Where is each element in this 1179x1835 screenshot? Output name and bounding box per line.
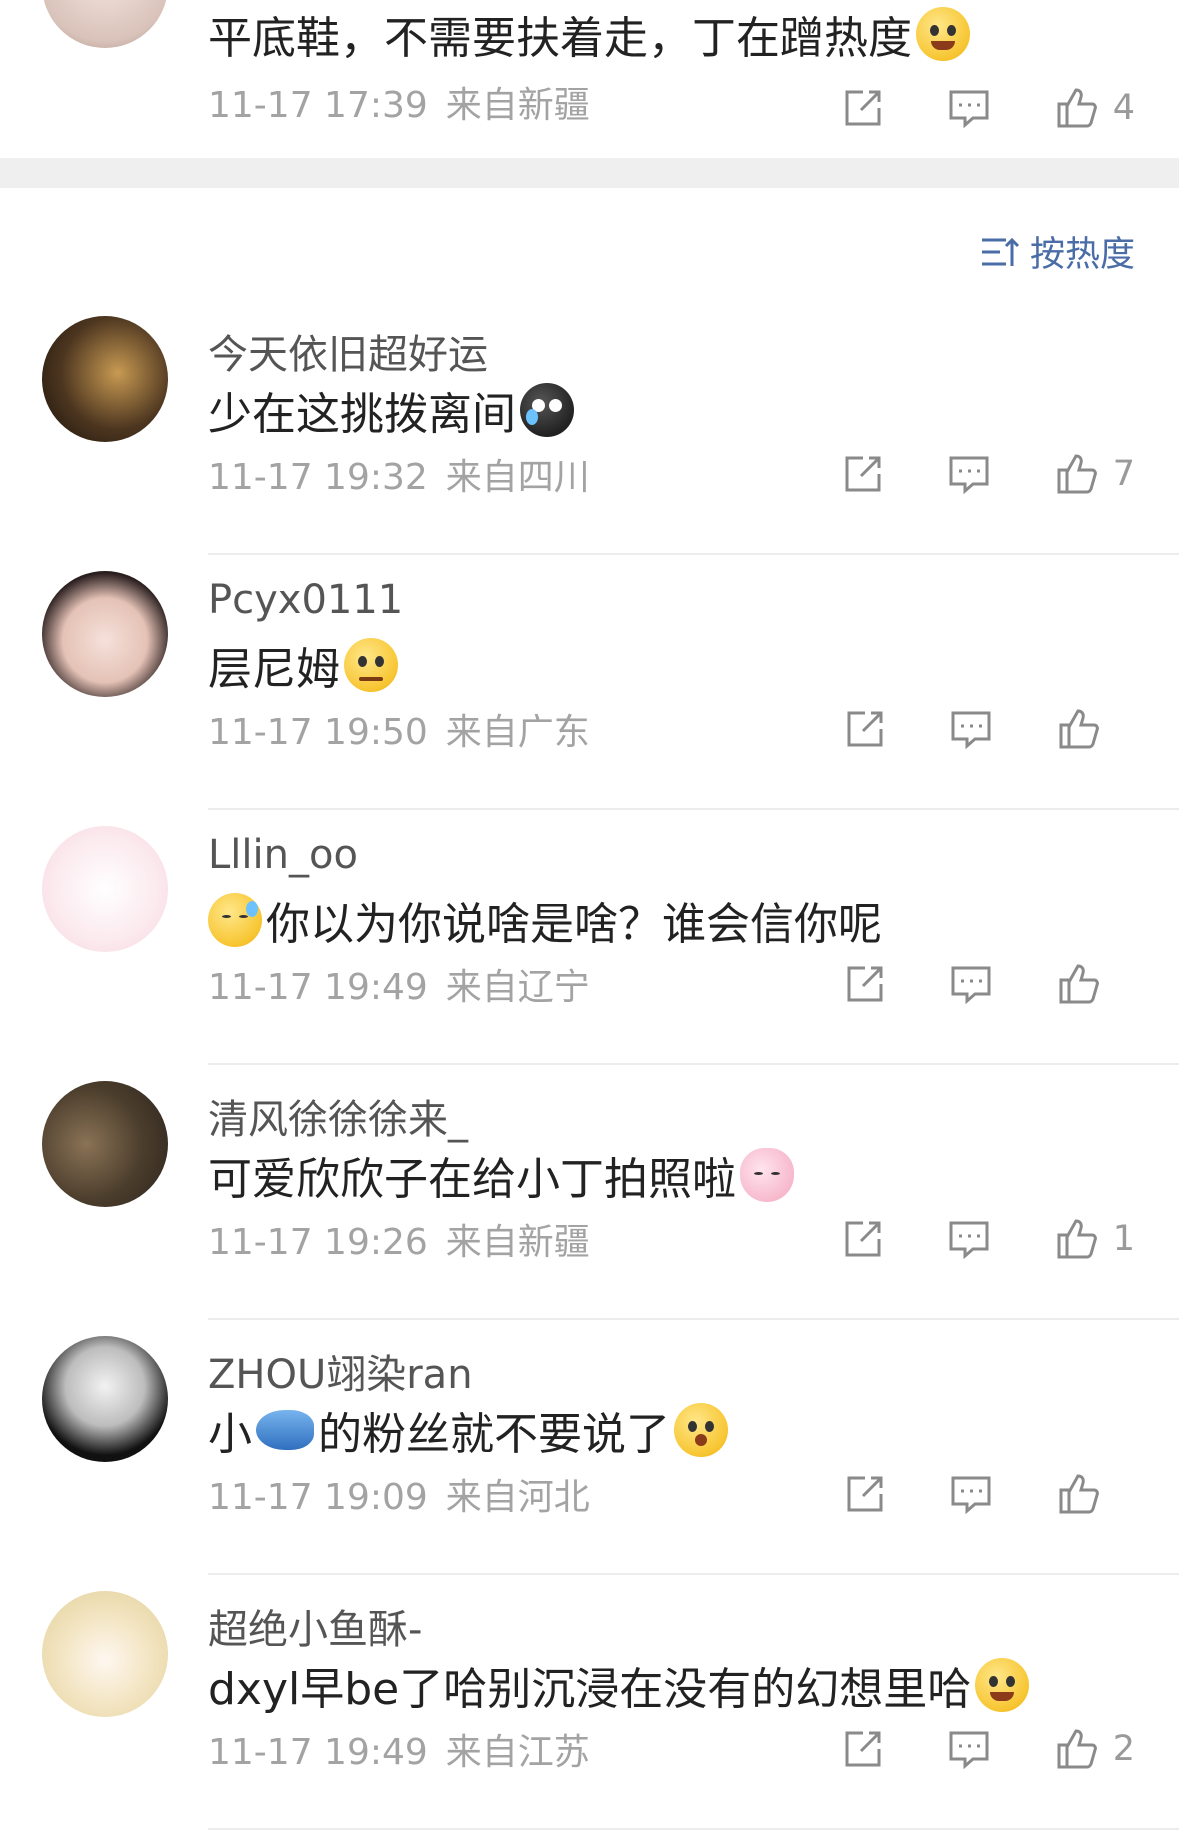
comment-item: 今天依旧超好运 少在这挑拨离间 11-17 19:32 来自四川 7 [0, 300, 1179, 555]
comment-meta: 11-17 19:50 来自广东 [208, 703, 590, 755]
share-icon[interactable] [839, 450, 887, 498]
like-icon[interactable] [1055, 960, 1103, 1008]
comment-actions [841, 705, 1135, 753]
shocked-emoji [674, 1403, 728, 1457]
reply-icon[interactable] [947, 1470, 995, 1518]
comment-location: 来自四川 [445, 457, 590, 498]
comment-text: 平底鞋，不需要扶着走，丁在蹭热度 [208, 2, 974, 66]
like-count: 1 [1112, 1219, 1135, 1259]
comment-actions [841, 960, 1135, 1008]
reply-icon[interactable] [947, 960, 995, 1008]
crying-dark-emoji [520, 383, 574, 437]
comment-meta: 11-17 19:32 来自四川 [208, 448, 590, 500]
sweat-emoji [208, 893, 262, 947]
avatar[interactable] [42, 316, 168, 442]
comment-username[interactable]: 超绝小鱼酥- [208, 1597, 422, 1655]
share-icon[interactable] [841, 705, 889, 753]
comment-text: 可爱欣欣子在给小丁拍照啦 [208, 1143, 798, 1207]
comment-time: 11-17 19:50 [208, 712, 428, 753]
reply-icon[interactable] [947, 705, 995, 753]
fish-emoji [256, 1410, 314, 1450]
like-count: 2 [1112, 1729, 1135, 1769]
comment-text: 小 的粉丝就不要说了 [208, 1398, 732, 1462]
like-count: 4 [1112, 88, 1135, 128]
comment-text: 层尼姆 [208, 633, 402, 697]
comment-username[interactable]: Lllin_oo [208, 832, 358, 878]
comment-actions: 7 [839, 450, 1135, 498]
comment-actions [841, 1470, 1135, 1518]
avatar[interactable] [42, 1081, 168, 1207]
share-icon[interactable] [839, 1215, 887, 1263]
comment-username[interactable]: 清风徐徐徐来_ [208, 1087, 468, 1145]
avatar[interactable] [42, 571, 168, 697]
laughing-crying-emoji [916, 7, 970, 61]
laughing-crying-emoji [975, 1658, 1030, 1712]
comment-text: 少在这挑拨离间 [208, 378, 578, 442]
comment-location: 来自广东 [445, 712, 590, 753]
comment-meta: 11-17 19:49 来自江苏 [208, 1723, 590, 1775]
comment-meta: 11-17 19:26 来自新疆 [208, 1213, 590, 1265]
avatar[interactable] [42, 0, 168, 48]
comment-actions: 2 [839, 1725, 1135, 1773]
comment-location: 来自江苏 [445, 1732, 590, 1773]
reply-icon[interactable] [945, 1215, 993, 1263]
comment-item: ZHOU翊染ran 小 的粉丝就不要说了 11-17 19:09 来自河北 [0, 1320, 1179, 1575]
comment-username[interactable]: 今天依旧超好运 [208, 322, 488, 380]
reply-icon[interactable] [945, 1725, 993, 1773]
comment-time: 11-17 19:49 [208, 1732, 428, 1773]
section-separator [0, 158, 1179, 188]
comment-location: 来自河北 [445, 1477, 590, 1518]
comment-meta: 11-17 19:49 来自辽宁 [208, 958, 590, 1010]
like-icon[interactable] [1053, 450, 1101, 498]
like-icon[interactable] [1053, 1215, 1101, 1263]
like-icon[interactable] [1055, 1470, 1103, 1518]
comment-item: Lllin_oo 你以为你说啥是啥？谁会信你呢 11-17 19:49 来自辽宁 [0, 810, 1179, 1065]
like-icon[interactable] [1053, 1725, 1101, 1773]
comment-location: 来自辽宁 [445, 967, 590, 1008]
sort-icon [981, 237, 1020, 266]
comment-text: dxyl早be了哈别沉浸在没有的幻想里哈 [208, 1653, 1033, 1717]
comment-time: 11-17 19:32 [208, 457, 428, 498]
comment-item: 清风徐徐徐来_ 可爱欣欣子在给小丁拍照啦 11-17 19:26 来自新疆 1 [0, 1065, 1179, 1320]
like-count: 7 [1112, 454, 1135, 494]
reply-icon[interactable] [945, 84, 993, 132]
share-icon[interactable] [841, 1470, 889, 1518]
reply-icon[interactable] [945, 450, 993, 498]
comment-item: Pcyx0111 层尼姆 11-17 19:50 来自广东 [0, 555, 1179, 810]
divider [208, 1828, 1179, 1830]
avatar[interactable] [42, 826, 168, 952]
comment-time: 11-17 19:49 [208, 967, 428, 1008]
comment-username[interactable]: Pcyx0111 [208, 577, 403, 623]
share-icon[interactable] [839, 1725, 887, 1773]
comment-actions: 1 [839, 1215, 1135, 1263]
comment-time: 11-17 17:39 [208, 85, 428, 126]
comment-text: 你以为你说啥是啥？谁会信你呢 [208, 888, 882, 952]
share-icon[interactable] [841, 960, 889, 1008]
comment-username[interactable]: ZHOU翊染ran [208, 1342, 473, 1400]
comment-location: 来自新疆 [445, 1222, 590, 1263]
sort-bar: 按热度 [0, 188, 1179, 300]
sort-by-hot-button[interactable]: 按热度 [980, 226, 1135, 277]
bunny-emoji [740, 1148, 794, 1202]
avatar[interactable] [42, 1591, 168, 1717]
comment-item: 平底鞋，不需要扶着走，丁在蹭热度 11-17 17:39 来自新疆 4 [0, 0, 1179, 158]
comment-location: 来自新疆 [445, 85, 590, 126]
share-icon[interactable] [839, 84, 887, 132]
comment-actions: 4 [839, 84, 1135, 132]
comment-meta: 11-17 19:09 来自河北 [208, 1468, 590, 1520]
pleading-emoji [344, 638, 398, 692]
comment-meta: 11-17 17:39 来自新疆 [208, 76, 590, 128]
like-icon[interactable] [1055, 705, 1103, 753]
avatar[interactable] [42, 1336, 168, 1462]
comment-time: 11-17 19:09 [208, 1477, 428, 1518]
sort-label: 按热度 [1029, 235, 1135, 275]
comment-time: 11-17 19:26 [208, 1222, 428, 1263]
like-icon[interactable] [1053, 84, 1101, 132]
comment-item: 超绝小鱼酥- dxyl早be了哈别沉浸在没有的幻想里哈 11-17 19:49 来… [0, 1575, 1179, 1830]
